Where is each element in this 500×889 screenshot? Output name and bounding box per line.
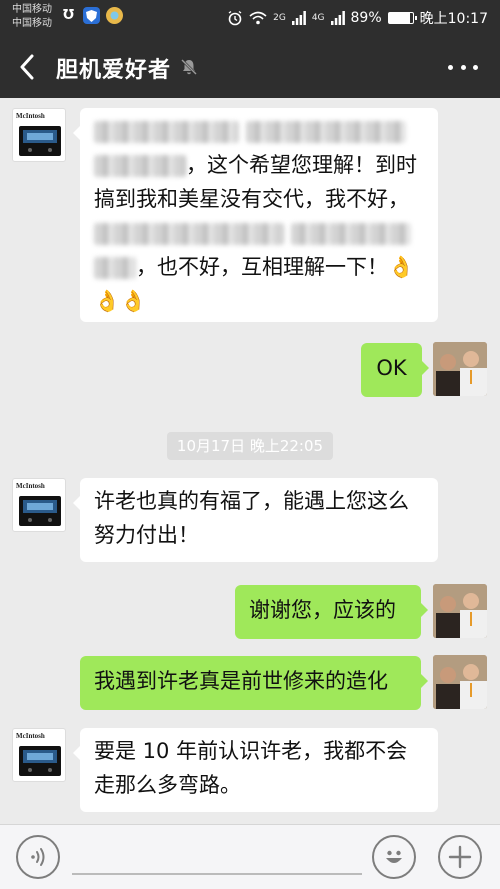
system-status: 2G 4G 89% 晚上10:17 — [227, 0, 488, 36]
message-bubble-sent[interactable]: 谢谢您，应该的 — [235, 585, 428, 639]
message-bubble-received[interactable]: ，这个希望您理解！到时 搞到我和美星没有交代，我不好， ，也不好，互相理解一下！… — [73, 108, 438, 322]
back-arrow-icon[interactable] — [10, 50, 44, 84]
message-list[interactable]: McIntosh ，这个希望您理解！到时 搞到我和美星没有交代，我不好， ，也不… — [0, 98, 500, 824]
ok-hand-emoji: 👌 — [388, 255, 415, 279]
contact-avatar[interactable]: McIntosh — [12, 728, 66, 782]
smiley-icon — [386, 850, 402, 863]
message-text: 努力付出！ — [94, 523, 199, 547]
signal-icon-1 — [291, 11, 306, 25]
message-bubble-received[interactable]: 许老也真的有福了，能遇上您这么 努力付出！ — [73, 478, 438, 562]
signal-icon-2 — [330, 11, 345, 25]
battery-icon — [387, 12, 417, 24]
message-bubble-sent[interactable]: OK — [361, 343, 429, 397]
message-text: 要是 10 年前认识许老，我都不会 — [94, 739, 408, 763]
carrier-name-1: 中国移动 — [12, 4, 52, 15]
message-line — [94, 114, 424, 148]
people-photo-icon — [433, 655, 487, 709]
plus-icon — [448, 845, 472, 869]
voice-wave-icon — [31, 848, 45, 866]
clock: 晚上10:17 — [419, 11, 488, 27]
message-text: ，也不好，互相理解一下！ — [136, 255, 388, 279]
chat-header: 胆机爱好者 — [0, 36, 500, 98]
message-text: 许老也真的有福了，能遇上您这么 — [94, 489, 409, 513]
network-4g-label: 4G — [311, 13, 325, 23]
message-bubble-sent[interactable]: 我遇到许老真是前世修来的造化 — [80, 656, 428, 710]
message-text: 走那么多弯路。 — [94, 773, 241, 797]
message-line — [94, 216, 424, 250]
timestamp: 10月17日 晚上22:05 — [167, 432, 333, 460]
people-photo-icon — [433, 342, 487, 396]
message-line: ，这个希望您理解！到时 — [94, 148, 424, 182]
message-text: 搞到我和美星没有交代，我不好， — [94, 187, 409, 211]
more-functions-button[interactable] — [438, 835, 482, 879]
blurred-text — [94, 121, 239, 143]
u-app-icon: Ʊ — [62, 8, 75, 23]
brand-logo-text: McIntosh — [16, 482, 45, 490]
brand-logo-text: McIntosh — [16, 112, 45, 120]
people-photo-icon — [433, 584, 487, 638]
blurred-text — [94, 155, 186, 177]
user-avatar[interactable] — [433, 342, 487, 396]
contact-avatar[interactable]: McIntosh — [12, 478, 66, 532]
voice-toggle-button[interactable] — [16, 835, 60, 879]
blurred-text — [94, 223, 284, 245]
chat-title: 胆机爱好者 — [56, 58, 172, 83]
contact-avatar[interactable]: McIntosh — [12, 108, 66, 162]
mute-bell-icon — [181, 59, 197, 75]
message-text: ，这个希望您理解！到时 — [186, 153, 417, 177]
message-text: 我遇到许老真是前世修来的造化 — [94, 669, 388, 693]
more-options-icon[interactable] — [448, 54, 478, 80]
blurred-text — [290, 223, 411, 245]
shield-app-icon — [83, 7, 100, 24]
message-text: OK — [376, 356, 407, 380]
status-bar: 中国移动 中国移动 Ʊ 2G 4G 89% 晚上10:17 — [0, 0, 500, 36]
network-2g-label: 2G — [273, 13, 286, 23]
app-circle-icon — [106, 7, 123, 24]
amplifier-icon: McIntosh — [16, 112, 61, 156]
brand-logo-text: McIntosh — [16, 732, 45, 740]
user-avatar[interactable] — [433, 655, 487, 709]
alarm-icon — [228, 10, 242, 26]
carrier-name-2: 中国移动 — [12, 18, 52, 29]
blurred-text — [94, 257, 136, 279]
amplifier-icon: McIntosh — [16, 732, 61, 776]
emoji-button[interactable] — [372, 835, 416, 879]
amplifier-icon: McIntosh — [16, 482, 61, 526]
message-line: 👌👌 — [94, 284, 424, 318]
wifi-icon — [249, 11, 267, 25]
user-avatar[interactable] — [433, 584, 487, 638]
ok-hand-emoji: 👌 — [120, 289, 147, 313]
input-bar — [0, 824, 500, 889]
message-input[interactable] — [72, 873, 362, 875]
ok-hand-emoji: 👌 — [94, 289, 121, 313]
blurred-text — [245, 121, 406, 143]
message-text: 谢谢您，应该的 — [249, 598, 396, 622]
battery-percent: 89% — [350, 10, 382, 26]
notification-icons: Ʊ — [60, 7, 123, 24]
message-bubble-received[interactable]: 要是 10 年前认识许老，我都不会 走那么多弯路。 — [73, 728, 438, 812]
message-line: ，也不好，互相理解一下！👌 — [94, 250, 424, 284]
